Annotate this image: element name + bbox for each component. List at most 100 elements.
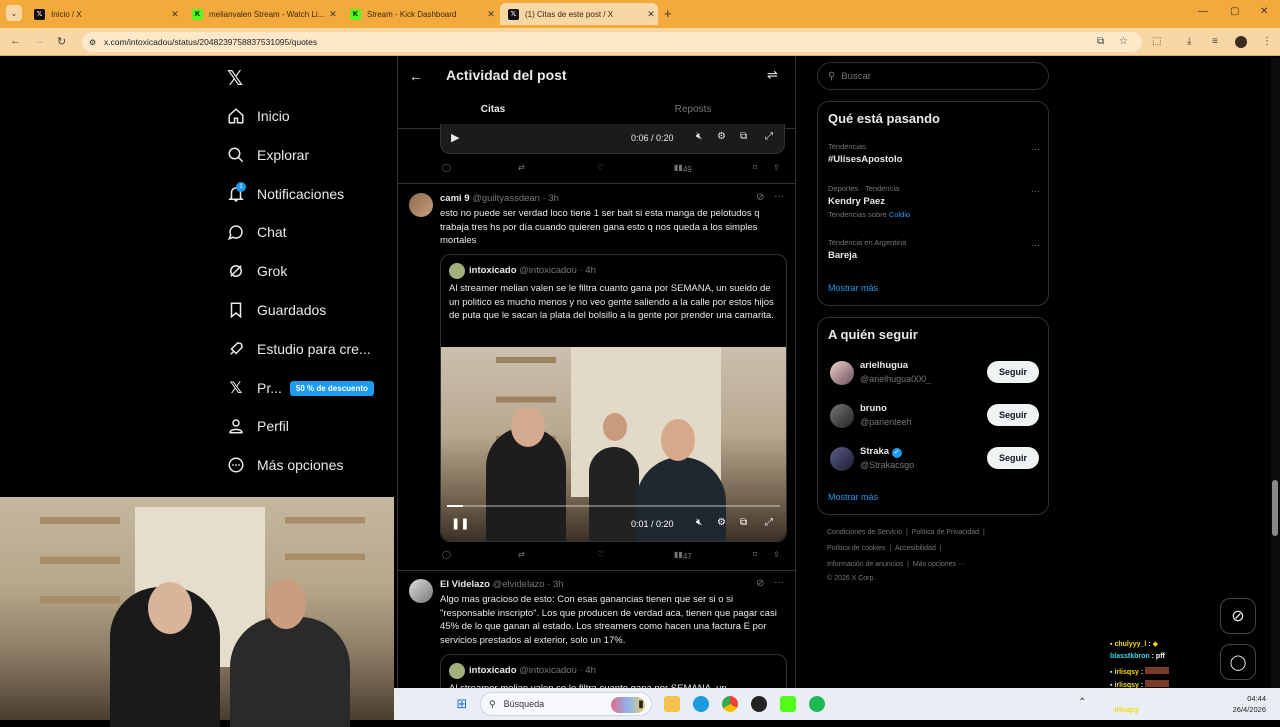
- reload-icon[interactable]: ↻: [57, 35, 66, 48]
- author-handle[interactable]: @guiltyassdean · 3h: [472, 193, 559, 204]
- show-more-link[interactable]: Mostrar más: [828, 283, 878, 293]
- obs-icon[interactable]: [751, 696, 767, 712]
- pip-icon[interactable]: ⧉: [740, 517, 747, 528]
- close-icon[interactable]: ✕: [484, 9, 498, 20]
- media-icon[interactable]: ≡: [1212, 36, 1218, 47]
- quoted-post[interactable]: intoxicado @intoxicadou · 4h Al streamer…: [440, 254, 787, 542]
- footer-link[interactable]: Condiciones de Servicio: [827, 529, 902, 536]
- fullscreen-icon[interactable]: ⤢: [765, 131, 773, 142]
- tab-reposts[interactable]: Reposts: [638, 104, 748, 115]
- messages-fab[interactable]: ◯: [1220, 644, 1256, 680]
- windows-start-icon[interactable]: ⊞: [454, 696, 470, 712]
- back-arrow-icon[interactable]: ←: [409, 68, 423, 84]
- close-icon[interactable]: ✕: [326, 9, 340, 20]
- follow-item[interactable]: arielhugua @arielhugua000_: [830, 358, 980, 388]
- download-icon[interactable]: ⤓: [1187, 36, 1191, 47]
- tray-chevron-icon[interactable]: ⌃: [1078, 697, 1086, 708]
- footer-link[interactable]: Más opciones ···: [913, 561, 965, 568]
- more-options-icon[interactable]: ···: [774, 191, 784, 202]
- tab-citas[interactable]: Citas: [458, 104, 528, 115]
- grok-icon[interactable]: ⊘: [756, 578, 764, 589]
- trend-item[interactable]: Tendencia en Argentina Bareja ···: [828, 238, 1040, 261]
- tab-citas[interactable]: 𝕏 (1) Citas de este post / X ✕: [500, 3, 658, 25]
- share-icon[interactable]: ⇪: [773, 550, 780, 559]
- close-window-button[interactable]: ✕: [1260, 6, 1268, 17]
- reply-icon[interactable]: ◯: [442, 550, 451, 559]
- volume-icon[interactable]: 🔇︎: [696, 131, 702, 142]
- taskbar-search-input[interactable]: ⚲ Búsqueda: [480, 692, 652, 716]
- trend-related-link[interactable]: Coldio: [889, 210, 910, 219]
- taskbar-clock[interactable]: 04:44 26/4/2026: [1226, 694, 1266, 714]
- more-options-icon[interactable]: ···: [1031, 144, 1040, 154]
- follow-item[interactable]: bruno @parienteeh: [830, 401, 980, 431]
- nav-item-explorar[interactable]: Explorar: [227, 143, 309, 167]
- tab-melianvalen-stream[interactable]: K melianvalen Stream - Watch Li... ✕: [184, 3, 340, 25]
- video-player[interactable]: ▶ 0:06 / 0:20 🔇︎ ⚙ ⧉ ⤢: [440, 124, 785, 154]
- close-icon[interactable]: ✕: [168, 9, 182, 20]
- bookmark-icon[interactable]: ⌑: [753, 550, 757, 559]
- minimize-button[interactable]: —: [1198, 6, 1208, 17]
- spotify-icon[interactable]: [809, 696, 825, 712]
- reply-icon[interactable]: ◯: [442, 163, 451, 172]
- page-scrollbar-thumb[interactable]: [1272, 480, 1278, 536]
- author-name[interactable]: cami 9: [440, 193, 470, 204]
- new-tab-button[interactable]: +: [664, 6, 672, 21]
- nav-item-grok[interactable]: Grok: [227, 259, 287, 283]
- tab-kick-dashboard[interactable]: K Stream - Kick Dashboard ✕: [342, 3, 498, 25]
- more-options-icon[interactable]: ···: [774, 577, 784, 588]
- page-scrollbar[interactable]: [1271, 58, 1280, 688]
- fullscreen-icon[interactable]: ⤢: [765, 517, 773, 528]
- tab-inicio[interactable]: 𝕏 Inicio / X ✕: [26, 3, 182, 25]
- views-icon[interactable]: ▮▮ 47: [674, 550, 692, 561]
- show-more-link[interactable]: Mostrar más: [828, 492, 878, 502]
- settings-gear-icon[interactable]: ⚙: [717, 517, 726, 528]
- settings-gear-icon[interactable]: ⚙: [717, 131, 726, 142]
- grok-fab[interactable]: ⊘: [1220, 598, 1256, 634]
- kick-app-icon[interactable]: [780, 696, 796, 712]
- trend-item[interactable]: Tendencias #UlisesApostolo ···: [828, 142, 1040, 165]
- avatar[interactable]: [409, 579, 433, 603]
- file-explorer-icon[interactable]: [664, 696, 680, 712]
- nav-item-mas-opciones[interactable]: Más opciones: [227, 453, 343, 477]
- follow-button[interactable]: Seguir: [987, 447, 1039, 469]
- like-icon[interactable]: ♡: [597, 163, 604, 172]
- nav-item-perfil[interactable]: Perfil: [227, 414, 289, 438]
- footer-link[interactable]: Accesibilidad: [895, 545, 936, 552]
- chrome-icon[interactable]: [722, 696, 738, 712]
- like-icon[interactable]: ♡: [597, 550, 604, 559]
- x-logo-icon[interactable]: 𝕏: [227, 66, 243, 91]
- nav-item-guardados[interactable]: Guardados: [227, 298, 326, 322]
- edge-icon[interactable]: [693, 696, 709, 712]
- extensions-icon[interactable]: ⬚: [1152, 36, 1161, 47]
- maximize-button[interactable]: ▢: [1230, 6, 1239, 17]
- video-progress-track[interactable]: [447, 505, 780, 507]
- search-input[interactable]: ⚲ Buscar: [817, 62, 1049, 90]
- back-arrow-icon[interactable]: ←: [10, 35, 21, 47]
- task-view-icon[interactable]: ▮: [633, 696, 649, 712]
- url-input[interactable]: ⚙ x.com/intoxicadou/status/2048239758837…: [82, 32, 1142, 52]
- pause-icon[interactable]: ❚❚: [451, 517, 469, 530]
- nav-item-notificaciones[interactable]: 1 Notificaciones: [227, 182, 344, 206]
- repost-icon[interactable]: ⇄: [518, 163, 525, 172]
- pip-icon[interactable]: ⧉: [740, 131, 747, 142]
- footer-link[interactable]: Información de anuncios: [827, 561, 903, 568]
- follow-button[interactable]: Seguir: [987, 361, 1039, 383]
- site-info-icon[interactable]: ⚙: [89, 38, 96, 47]
- play-icon[interactable]: ▶: [451, 131, 459, 144]
- menu-kebab-icon[interactable]: ⋮: [1262, 36, 1272, 47]
- follow-item[interactable]: Straka ✓ @Strakacsgo: [830, 444, 980, 474]
- author-name[interactable]: El Videlazo: [440, 579, 490, 590]
- repost-icon[interactable]: ⇄: [518, 550, 525, 559]
- nav-item-chat[interactable]: Chat: [227, 220, 287, 244]
- grok-icon[interactable]: ⊘: [756, 192, 764, 203]
- trend-item[interactable]: Deportes · Tendencia Kendry Paez Tendenc…: [828, 184, 1040, 219]
- close-icon[interactable]: ✕: [644, 9, 658, 20]
- nav-item-inicio[interactable]: Inicio: [227, 104, 290, 128]
- video-player[interactable]: ❚❚ 0:01 / 0:20 🔇︎ ⚙ ⧉ ⤢: [441, 347, 786, 541]
- author-handle[interactable]: @elvidelazo · 3h: [493, 579, 564, 590]
- screen-share-icon[interactable]: ⧉: [1097, 36, 1104, 47]
- avatar[interactable]: [409, 193, 433, 217]
- footer-link[interactable]: Política de Privacidad: [912, 529, 979, 536]
- share-icon[interactable]: ⇪: [773, 163, 780, 172]
- settings-sliders-icon[interactable]: ⇌: [767, 67, 778, 83]
